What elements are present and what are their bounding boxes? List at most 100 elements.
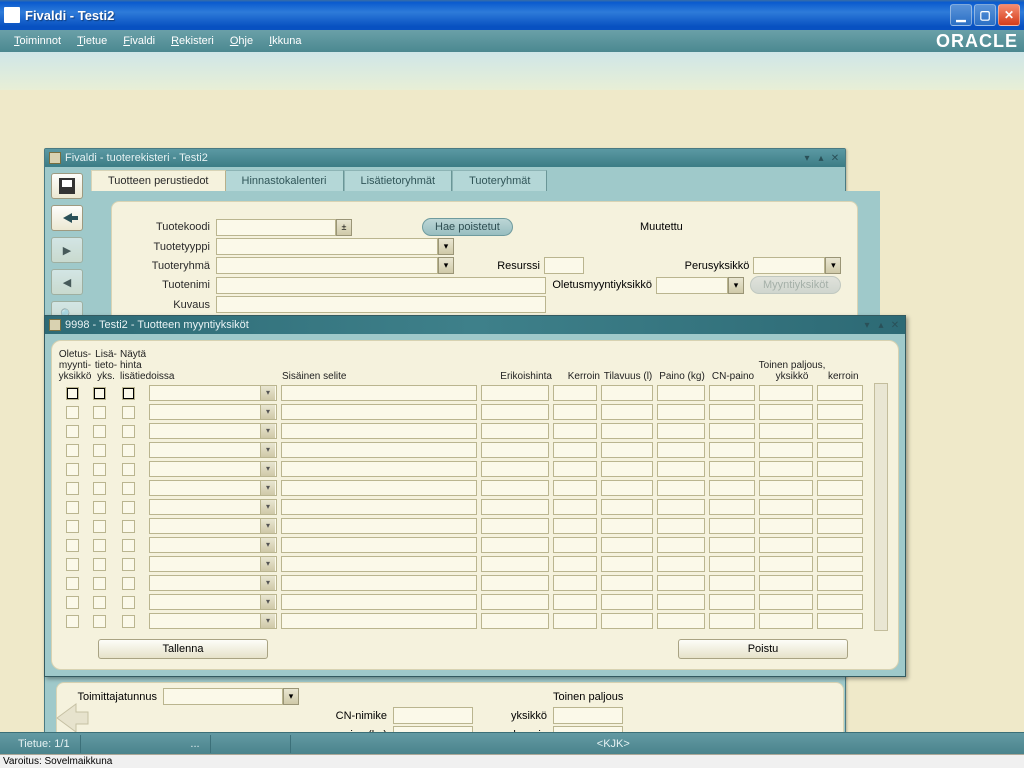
kerroin-input[interactable] <box>553 423 597 439</box>
units-titlebar[interactable]: 9998 - Testi2 - Tuotteen myyntiyksiköt ▾… <box>45 316 905 334</box>
tilavuus-input[interactable] <box>601 613 653 629</box>
toinen-yksikko-input[interactable] <box>759 594 813 610</box>
toinen-kerroin-input[interactable] <box>817 575 863 591</box>
maximize-button[interactable]: ▢ <box>974 4 996 26</box>
kerroin-input[interactable] <box>553 385 597 401</box>
nayta-checkbox[interactable] <box>122 444 135 457</box>
unit-select[interactable] <box>149 537 277 553</box>
tilavuus-input[interactable] <box>601 556 653 572</box>
unit-select[interactable] <box>149 423 277 439</box>
tab-lisatietoryhmat[interactable]: Lisätietoryhmät <box>344 170 453 191</box>
menu-tietue[interactable]: Tietue <box>69 33 115 49</box>
toinen-kerroin-input[interactable] <box>817 499 863 515</box>
sisainen-selite-input[interactable] <box>281 518 477 534</box>
cnpaino-input[interactable] <box>709 575 755 591</box>
oletus-checkbox[interactable] <box>66 577 79 590</box>
nayta-checkbox[interactable] <box>122 615 135 628</box>
erikoishinta-input[interactable] <box>481 423 549 439</box>
paino-input[interactable] <box>657 537 705 553</box>
hae-poistetut-button[interactable]: Hae poistetut <box>422 218 513 236</box>
oletus-checkbox[interactable] <box>66 387 79 400</box>
oletus-checkbox[interactable] <box>66 501 79 514</box>
kerroin-input[interactable] <box>553 613 597 629</box>
oletus-checkbox[interactable] <box>66 615 79 628</box>
cnpaino-input[interactable] <box>709 518 755 534</box>
sisainen-selite-input[interactable] <box>281 404 477 420</box>
perusyksikko-dropdown[interactable]: ▾ <box>825 257 841 274</box>
toinen-kerroin-input[interactable] <box>817 518 863 534</box>
sisainen-selite-input[interactable] <box>281 556 477 572</box>
unit-select[interactable] <box>149 575 277 591</box>
paino-input[interactable] <box>657 575 705 591</box>
nav-arrow-icon[interactable] <box>54 700 90 736</box>
sisainen-selite-input[interactable] <box>281 461 477 477</box>
cnpaino-input[interactable] <box>709 385 755 401</box>
oletus-checkbox[interactable] <box>66 444 79 457</box>
cnpaino-input[interactable] <box>709 499 755 515</box>
erikoishinta-input[interactable] <box>481 594 549 610</box>
minimize-button[interactable]: ▁ <box>950 4 972 26</box>
cnpaino-input[interactable] <box>709 461 755 477</box>
cnpaino-input[interactable] <box>709 537 755 553</box>
paino-input[interactable] <box>657 404 705 420</box>
oletus-checkbox[interactable] <box>66 482 79 495</box>
myyntiyksikot-button[interactable]: Myyntiyksiköt <box>750 276 841 294</box>
toinen-yksikko-input[interactable] <box>759 537 813 553</box>
inner-titlebar[interactable]: Fivaldi - tuoterekisteri - Testi2 ▾ ▴ ✕ <box>45 149 845 167</box>
unit-select[interactable] <box>149 613 277 629</box>
inner-maximize-icon[interactable]: ▴ <box>815 152 827 164</box>
nayta-checkbox[interactable] <box>122 539 135 552</box>
unit-select[interactable] <box>149 385 277 401</box>
kerroin-input[interactable] <box>553 480 597 496</box>
kerroin-input[interactable] <box>553 461 597 477</box>
nayta-checkbox[interactable] <box>122 406 135 419</box>
cnpaino-input[interactable] <box>709 423 755 439</box>
erikoishinta-input[interactable] <box>481 385 549 401</box>
lisatieto-checkbox[interactable] <box>93 482 106 495</box>
cn-nimike-input[interactable] <box>393 707 473 724</box>
toinen-kerroin-input[interactable] <box>817 480 863 496</box>
erikoishinta-input[interactable] <box>481 499 549 515</box>
toimittajatunnus-dropdown[interactable]: ▾ <box>283 688 299 705</box>
erikoishinta-input[interactable] <box>481 537 549 553</box>
oletus-checkbox[interactable] <box>66 558 79 571</box>
cnpaino-input[interactable] <box>709 556 755 572</box>
poistu-button[interactable]: Poistu <box>678 639 848 659</box>
resurssi-input[interactable] <box>544 257 584 274</box>
erikoishinta-input[interactable] <box>481 575 549 591</box>
sisainen-selite-input[interactable] <box>281 499 477 515</box>
unit-select[interactable] <box>149 499 277 515</box>
kerroin-input[interactable] <box>553 556 597 572</box>
yksikko-input[interactable] <box>553 707 623 724</box>
nayta-checkbox[interactable] <box>122 482 135 495</box>
sisainen-selite-input[interactable] <box>281 537 477 553</box>
lisatieto-checkbox[interactable] <box>93 444 106 457</box>
menu-ikkuna[interactable]: Ikkuna <box>261 33 309 49</box>
tuotetyyppi-input[interactable] <box>216 238 438 255</box>
oletus-checkbox[interactable] <box>66 539 79 552</box>
tilavuus-input[interactable] <box>601 404 653 420</box>
units-maximize-icon[interactable]: ▴ <box>875 319 887 331</box>
toinen-kerroin-input[interactable] <box>817 537 863 553</box>
tab-hinnastokalenteri[interactable]: Hinnastokalenteri <box>225 170 344 191</box>
erikoishinta-input[interactable] <box>481 461 549 477</box>
erikoishinta-input[interactable] <box>481 556 549 572</box>
unit-select[interactable] <box>149 480 277 496</box>
unit-select[interactable] <box>149 461 277 477</box>
units-minimize-icon[interactable]: ▾ <box>861 319 873 331</box>
toinen-yksikko-input[interactable] <box>759 423 813 439</box>
tuotekoodi-lookup-button[interactable]: ± <box>336 219 352 236</box>
oletusmyynti-input[interactable] <box>656 277 728 294</box>
tuotenimi-input[interactable] <box>216 277 546 294</box>
close-button[interactable]: ✕ <box>998 4 1020 26</box>
paino-input[interactable] <box>657 385 705 401</box>
nayta-checkbox[interactable] <box>122 501 135 514</box>
inner-minimize-icon[interactable]: ▾ <box>801 152 813 164</box>
lisatieto-checkbox[interactable] <box>93 520 106 533</box>
toinen-yksikko-input[interactable] <box>759 442 813 458</box>
cnpaino-input[interactable] <box>709 480 755 496</box>
paino-input[interactable] <box>657 423 705 439</box>
save-button[interactable] <box>51 173 83 199</box>
toinen-yksikko-input[interactable] <box>759 613 813 629</box>
cnpaino-input[interactable] <box>709 404 755 420</box>
